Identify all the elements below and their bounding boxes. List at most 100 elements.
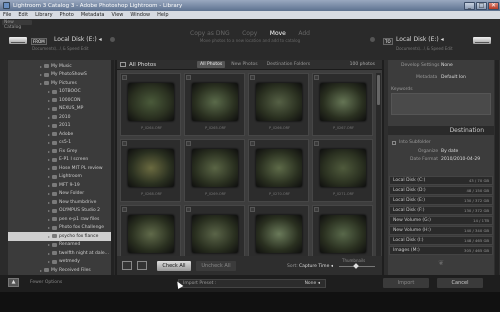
folder-item[interactable]: ▸ NEXUS_MP (8, 105, 111, 114)
photo-thumbnail[interactable] (192, 83, 238, 121)
mode-copy-as-dng[interactable]: Copy as DNG (190, 30, 230, 37)
destination-drive-item[interactable]: New Volume (G:) 14 / 1TB (389, 216, 493, 225)
destination-selector[interactable]: Local Disk (E:) ◂ (396, 36, 444, 43)
source-selector[interactable]: Local Disk (E:) ◂ (54, 36, 102, 43)
organize-dropdown[interactable]: By date (441, 149, 458, 154)
photo-thumbnail[interactable] (320, 83, 366, 121)
fewer-options-label[interactable]: Fewer Options (30, 280, 62, 285)
destination-drive-item[interactable]: Local Disk (D:) 48 / 150 GB (389, 186, 493, 195)
destination-section-header[interactable]: Destination (388, 126, 494, 135)
maximize-button[interactable]: □ (476, 1, 487, 10)
uncheck-all-button[interactable]: Uncheck All (196, 261, 236, 271)
destination-drive-item[interactable]: Local Disk (E:) 130 / 372 GB (389, 196, 493, 205)
photo-checkbox[interactable] (314, 75, 319, 80)
photo-thumbnail[interactable] (192, 215, 238, 253)
develop-settings-dropdown[interactable]: None (441, 63, 453, 68)
grid-view-button[interactable] (122, 261, 132, 270)
folder-item[interactable]: ▸ wetmedy (8, 258, 111, 267)
close-button[interactable]: ✕ (488, 1, 499, 10)
photo-thumbnail[interactable] (256, 149, 302, 187)
menu-view[interactable]: View (112, 12, 124, 18)
folder-item[interactable]: ▸ psycho fox fiance (8, 232, 111, 241)
check-all-button[interactable]: Check All (157, 261, 191, 271)
photo-checkbox[interactable] (314, 141, 319, 146)
photo-thumbnail[interactable] (256, 83, 302, 121)
sort-dropdown[interactable]: Capture Time ◂ (299, 264, 333, 269)
folder-item[interactable]: ▸ 2011 (8, 122, 111, 131)
photo-checkbox[interactable] (250, 207, 255, 212)
settings-scrollbar[interactable] (495, 60, 499, 275)
menu-photo[interactable]: Photo (60, 12, 74, 18)
folder-item[interactable]: ▸ pen e-p1 raw files (8, 215, 111, 224)
menu-library[interactable]: Library (35, 12, 52, 18)
photo-thumbnail-cell[interactable]: P_0267.ORF (312, 73, 373, 136)
into-subfolder-checkbox[interactable] (392, 141, 396, 145)
photo-thumbnail[interactable] (192, 149, 238, 187)
folder-item[interactable]: ▸ Adobe (8, 130, 111, 139)
photo-thumbnail-cell[interactable]: P_0270.ORF (248, 139, 309, 202)
photo-thumbnail[interactable] (128, 83, 174, 121)
photo-thumbnail[interactable] (320, 215, 366, 253)
mode-add[interactable]: Add (298, 30, 310, 37)
menu-help[interactable]: Help (157, 12, 168, 18)
menu-metadata[interactable]: Metadata (81, 12, 105, 18)
photo-thumbnail-cell[interactable]: P_0264.ORF (120, 73, 181, 136)
photo-thumbnail-cell[interactable]: P_0269.ORF (184, 139, 245, 202)
photo-checkbox[interactable] (186, 75, 191, 80)
destination-drive-item[interactable]: Images (M:) 305 / 465 GB (389, 246, 493, 255)
photo-checkbox[interactable] (186, 141, 191, 146)
folder-item[interactable]: ▸ 2010 (8, 113, 111, 122)
tab-destination-folders[interactable]: Destination Folders (264, 61, 314, 68)
catalog-tab[interactable]: New Catalog (2, 20, 32, 30)
folder-item[interactable]: ▸ 1000CON (8, 96, 111, 105)
mode-copy[interactable]: Copy (242, 30, 257, 37)
grid-scroll-thumb[interactable] (377, 75, 380, 105)
keywords-input[interactable] (391, 93, 491, 115)
destination-drive-item[interactable]: New Volume (H:) 140 / 340 GB (389, 226, 493, 235)
tab-all-photos[interactable]: All Photos (197, 61, 226, 68)
import-button[interactable]: Import (383, 278, 429, 288)
cancel-button[interactable]: Cancel (437, 278, 483, 288)
photo-thumbnail-cell[interactable]: P_0271.ORF (312, 139, 373, 202)
mode-move[interactable]: Move (270, 30, 286, 37)
folder-item[interactable]: ▸ My Pictures (8, 79, 111, 88)
folder-item[interactable]: ▸ twelfth night at dale... (8, 249, 111, 258)
metadata-dropdown[interactable]: Default Ion (441, 75, 466, 80)
folder-tree-scrollbar[interactable] (111, 60, 114, 275)
destination-drive-item[interactable]: Local Disk (F:) 130 / 372 GB (389, 206, 493, 215)
photo-thumbnail[interactable] (256, 215, 302, 253)
folder-item[interactable]: ▸ Photo fox Challenge (8, 224, 111, 233)
photo-thumbnail[interactable] (128, 149, 174, 187)
tab-new-photos[interactable]: New Photos (228, 61, 260, 68)
photo-checkbox[interactable] (250, 75, 255, 80)
destination-drive-item[interactable]: Local Disk (I:) 148 / 465 GB (389, 236, 493, 245)
photo-thumbnail[interactable] (320, 149, 366, 187)
menu-edit[interactable]: Edit (18, 12, 28, 18)
menu-window[interactable]: Window (130, 12, 150, 18)
destination-arrow-icon[interactable] (370, 37, 375, 42)
grid-scrollbar[interactable] (376, 73, 381, 258)
thumbnail-slider-knob[interactable] (353, 263, 359, 269)
photo-checkbox[interactable] (122, 141, 127, 146)
folder-item[interactable]: ▸ 10TBOOC (8, 88, 111, 97)
folder-item[interactable]: ▸ Fix Grey (8, 147, 111, 156)
folder-item[interactable]: ▸ OLYMPUS Studio 2 (8, 207, 111, 216)
folder-item[interactable]: ▸ Hose MIT PL review (8, 164, 111, 173)
date-format-dropdown[interactable]: 2010/2010-04-29 (441, 157, 480, 162)
folder-item[interactable]: ▸ My PhotoShowS (8, 71, 111, 80)
folder-item[interactable]: ▸ MFT 9-19 (8, 181, 111, 190)
source-arrow-icon[interactable] (110, 37, 115, 42)
photo-thumbnail-cell[interactable]: P_0265.ORF (184, 73, 245, 136)
photo-checkbox[interactable] (122, 207, 127, 212)
folder-item[interactable]: ▸ My Received Files (8, 266, 111, 275)
fewer-options-toggle[interactable]: ▲ (8, 278, 19, 287)
folder-item[interactable]: ▸ E-P1 I screen (8, 156, 111, 165)
folder-item[interactable]: ▸ My Music (8, 62, 111, 71)
menu-file[interactable]: File (3, 12, 11, 18)
folder-item[interactable]: ▸ New thumbdrive (8, 198, 111, 207)
loupe-view-button[interactable] (137, 261, 147, 270)
photo-thumbnail[interactable] (128, 215, 174, 253)
photo-checkbox[interactable] (250, 141, 255, 146)
folder-item[interactable]: ▸ cs5-1 (8, 139, 111, 148)
photo-thumbnail-cell[interactable]: P_0268.ORF (120, 139, 181, 202)
